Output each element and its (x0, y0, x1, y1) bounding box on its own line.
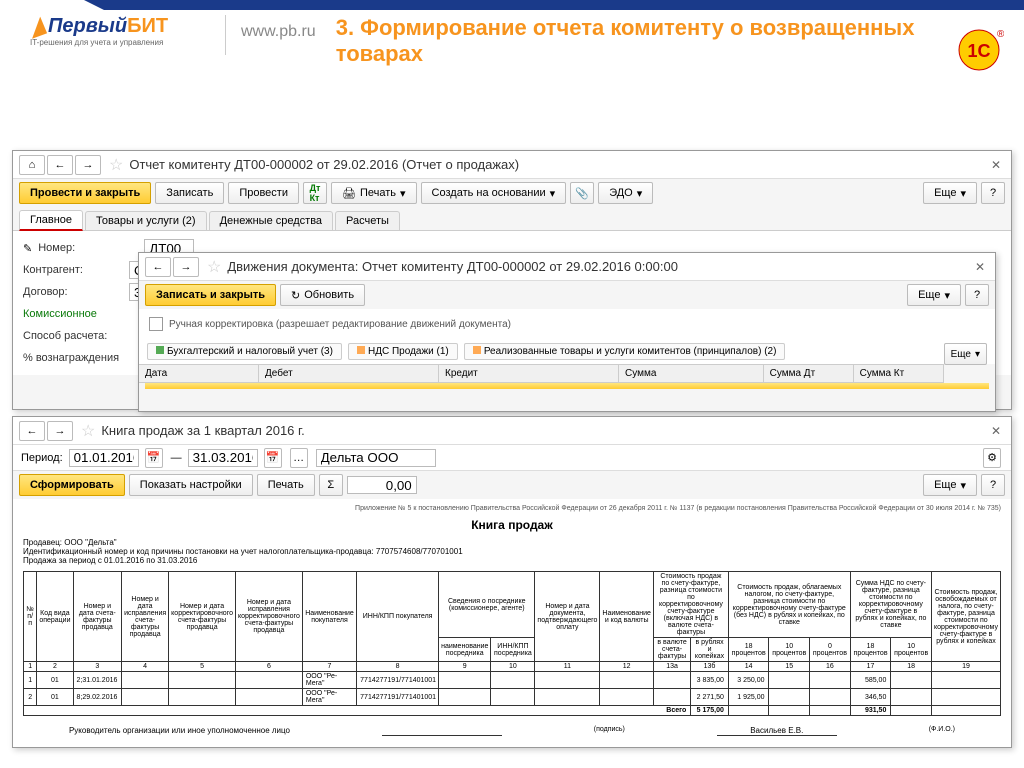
table-row: 1012;31.01.2016ООО "Ре-Мега"7714277191/7… (24, 672, 1001, 689)
slide-header: ПервыйБИТ IT-решения для учета и управле… (0, 0, 1024, 78)
calendar-icon[interactable]: 📅 (264, 448, 282, 468)
more-button[interactable]: Еще ▾ (923, 474, 977, 496)
tab-money[interactable]: Денежные средства (209, 211, 333, 230)
date-to-field[interactable] (188, 449, 258, 467)
close-icon[interactable]: ✕ (987, 424, 1005, 438)
post-and-close-button[interactable]: Провести и закрыть (19, 182, 151, 204)
help-icon[interactable]: ? (981, 474, 1005, 496)
blue-top-bar (104, 0, 1024, 10)
label-commission: Комиссионное (23, 308, 123, 320)
attach-icon[interactable]: 📎 (570, 182, 594, 204)
generate-button[interactable]: Сформировать (19, 474, 125, 496)
more-button-2[interactable]: Еще ▾ (944, 343, 987, 365)
sales-book-table: № п/п Код вида операции Номер и дата сче… (23, 571, 1001, 716)
sum-icon[interactable]: Σ (319, 474, 343, 496)
col-sumkt: Сумма Кт (854, 365, 944, 382)
sign-label: Руководитель организации или иное уполно… (69, 726, 290, 736)
seller-period: Продажа за период с 01.01.2016 по 31.03.… (23, 556, 1001, 565)
window-title: Движения документа: Отчет комитенту ДТ00… (227, 259, 971, 274)
logo-1c: 1С ® (954, 25, 1004, 75)
home-icon[interactable]: ⌂ (19, 155, 45, 175)
tab-main[interactable]: Главное (19, 210, 83, 231)
date-from-field[interactable] (69, 449, 139, 467)
close-icon[interactable]: ✕ (987, 158, 1005, 172)
slide-title: 3. Формирование отчета комитенту о возвр… (336, 15, 994, 68)
settings-icon[interactable]: ⚙ (983, 448, 1001, 468)
svg-text:®: ® (997, 29, 1004, 40)
divider (225, 15, 226, 55)
sign-name: Васильев Е.В. (717, 726, 837, 736)
help-icon[interactable]: ? (981, 182, 1005, 204)
manual-edit-checkbox[interactable] (149, 317, 163, 331)
back-icon[interactable]: ← (19, 421, 45, 441)
org-field[interactable] (316, 449, 436, 467)
seller-name: Продавец: ООО "Дельта" (23, 538, 1001, 547)
save-and-close-button[interactable]: Записать и закрыть (145, 284, 276, 306)
refresh-button[interactable]: ↻ Обновить (280, 284, 365, 306)
col-debit: Дебет (259, 365, 439, 382)
label-contract: Договор: (23, 286, 123, 298)
logo-pervybit: ПервыйБИТ IT-решения для учета и управле… (30, 15, 210, 47)
create-based-button[interactable]: Создать на основании ▾ (421, 182, 567, 204)
save-button[interactable]: Записать (155, 182, 224, 204)
col-sumdt: Сумма Дт (764, 365, 854, 382)
window-title: Книга продаж за 1 квартал 2016 г. (101, 423, 987, 438)
print-button[interactable]: Печать (257, 474, 315, 496)
edo-button[interactable]: ЭДО ▾ (598, 182, 653, 204)
manual-edit-label: Ручная корректировка (разрешает редактир… (169, 319, 511, 330)
svg-text:1С: 1С (967, 41, 990, 61)
period-label: Период: (21, 452, 63, 464)
more-button[interactable]: Еще ▾ (907, 284, 961, 306)
post-button[interactable]: Провести (228, 182, 299, 204)
col-credit: Кредит (439, 365, 619, 382)
show-settings-button[interactable]: Показать настройки (129, 474, 253, 496)
star-icon[interactable]: ☆ (207, 257, 221, 277)
calendar-icon[interactable]: 📅 (145, 448, 163, 468)
table-total-row: Всего5 175,00931,50 (24, 706, 1001, 716)
col-sum: Сумма (619, 365, 764, 382)
help-icon[interactable]: ? (965, 284, 989, 306)
dt-kt-icon[interactable]: ДтКт (303, 182, 327, 204)
label-number: Номер: (38, 242, 138, 254)
window-movements: ← → ☆ Движения документа: Отчет комитент… (138, 252, 996, 412)
seller-inn: Идентификационный номер и код причины по… (23, 547, 1001, 556)
url-text: www.pb.ru (241, 23, 316, 41)
label-contragent: Контрагент: (23, 264, 123, 276)
forward-icon[interactable]: → (47, 421, 73, 441)
report-title: Книга продаж (23, 518, 1001, 532)
col-date: Дата (139, 365, 259, 382)
grid-highlight (145, 383, 989, 389)
tab-calc[interactable]: Расчеты (335, 211, 400, 230)
close-icon[interactable]: ✕ (971, 260, 989, 274)
tab-goods[interactable]: Товары и услуги (2) (85, 211, 207, 230)
forward-icon[interactable]: → (75, 155, 101, 175)
print-button[interactable]: 🖨 Печать ▾ (331, 182, 417, 204)
period-ellipsis[interactable]: … (290, 448, 308, 468)
report-body: Приложение № 5 к постановлению Правитель… (13, 499, 1011, 747)
back-icon[interactable]: ← (145, 257, 171, 277)
label-percent: % вознаграждения (23, 352, 123, 364)
tab-vat[interactable]: НДС Продажи (1) (348, 343, 458, 360)
table-row: 2018;29.02.2016ООО "Ре-Мега"7714277191/7… (24, 689, 1001, 706)
label-method: Способ расчета: (23, 330, 123, 342)
tab-realized[interactable]: Реализованные товары и услуги комитентов… (464, 343, 786, 360)
window-title: Отчет комитенту ДТ00-000002 от 29.02.201… (129, 157, 987, 172)
pencil-icon: ✎ (23, 242, 32, 255)
more-button[interactable]: Еще ▾ (923, 182, 977, 204)
star-icon[interactable]: ☆ (109, 155, 123, 175)
forward-icon[interactable]: → (173, 257, 199, 277)
star-icon[interactable]: ☆ (81, 421, 95, 441)
back-icon[interactable]: ← (47, 155, 73, 175)
sum-field[interactable] (347, 476, 417, 494)
window-sales-book: ← → ☆ Книга продаж за 1 квартал 2016 г. … (12, 416, 1012, 748)
sign-underline (382, 726, 502, 736)
tab-accounting[interactable]: Бухгалтерский и налоговый учет (3) (147, 343, 342, 360)
